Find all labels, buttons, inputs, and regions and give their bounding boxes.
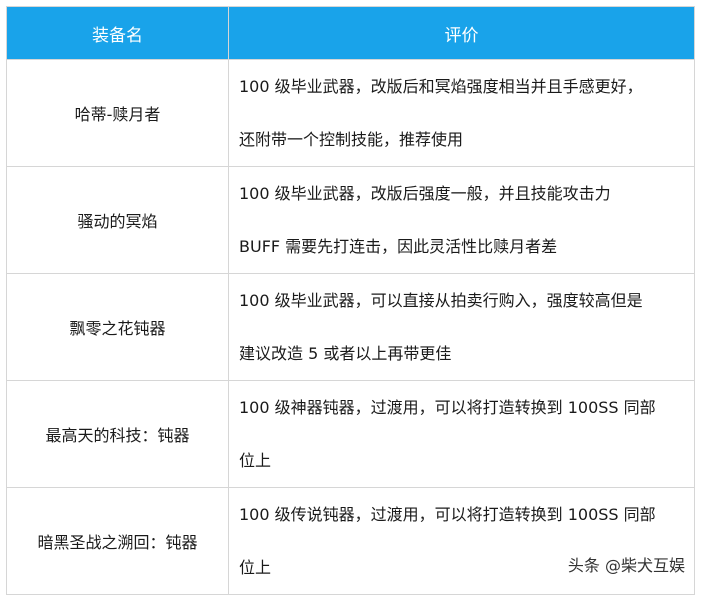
table-row: 最高天的科技：钝器 100 级神器钝器，过渡用，可以将打造转换到 100SS 同… (6, 380, 695, 488)
evaluation-cell: 100 级神器钝器，过渡用，可以将打造转换到 100SS 同部 位上 (228, 380, 695, 488)
evaluation-line: 100 级神器钝器，过渡用，可以将打造转换到 100SS 同部 (239, 398, 656, 417)
equipment-name-cell: 骚动的冥焰 (6, 166, 229, 274)
header-evaluation: 评价 (228, 6, 695, 60)
table-header-row: 装备名 评价 (6, 6, 695, 60)
table-row: 骚动的冥焰 100 级毕业武器，改版后强度一般，并且技能攻击力 BUFF 需要先… (6, 166, 695, 274)
evaluation-line: 还附带一个控制技能，推荐使用 (239, 130, 464, 149)
evaluation-cell: 100 级毕业武器，改版后和冥焰强度相当并且手感更好， 还附带一个控制技能，推荐… (228, 59, 695, 167)
evaluation-cell: 100 级传说钝器，过渡用，可以将打造转换到 100SS 同部 位上 (228, 487, 695, 595)
evaluation-cell: 100 级毕业武器，改版后强度一般，并且技能攻击力 BUFF 需要先打连击，因此… (228, 166, 695, 274)
evaluation-line: BUFF 需要先打连击，因此灵活性比赎月者差 (239, 237, 558, 256)
table-row: 哈蒂-赎月者 100 级毕业武器，改版后和冥焰强度相当并且手感更好， 还附带一个… (6, 59, 695, 167)
table-row: 飘零之花钝器 100 级毕业武器，可以直接从拍卖行购入，强度较高但是 建议改造 … (6, 273, 695, 381)
evaluation-line: 100 级毕业武器，可以直接从拍卖行购入，强度较高但是 (239, 291, 643, 310)
evaluation-line: 建议改造 5 或者以上再带更佳 (239, 344, 452, 363)
header-equipment-name: 装备名 (6, 6, 229, 60)
evaluation-line: 100 级传说钝器，过渡用，可以将打造转换到 100SS 同部 (239, 505, 656, 524)
equipment-table: 装备名 评价 哈蒂-赎月者 100 级毕业武器，改版后和冥焰强度相当并且手感更好… (6, 6, 695, 595)
equipment-name-cell: 哈蒂-赎月者 (6, 59, 229, 167)
table-row: 暗黑圣战之溯回：钝器 100 级传说钝器，过渡用，可以将打造转换到 100SS … (6, 487, 695, 595)
equipment-name-cell: 暗黑圣战之溯回：钝器 (6, 487, 229, 595)
evaluation-line: 位上 (239, 451, 272, 470)
evaluation-line: 100 级毕业武器，改版后强度一般，并且技能攻击力 (239, 184, 611, 203)
evaluation-line: 100 级毕业武器，改版后和冥焰强度相当并且手感更好， (239, 77, 643, 96)
equipment-name-cell: 飘零之花钝器 (6, 273, 229, 381)
watermark: 头条 @柴犬互娱 (565, 552, 687, 576)
equipment-name-cell: 最高天的科技：钝器 (6, 380, 229, 488)
evaluation-cell: 100 级毕业武器，可以直接从拍卖行购入，强度较高但是 建议改造 5 或者以上再… (228, 273, 695, 381)
